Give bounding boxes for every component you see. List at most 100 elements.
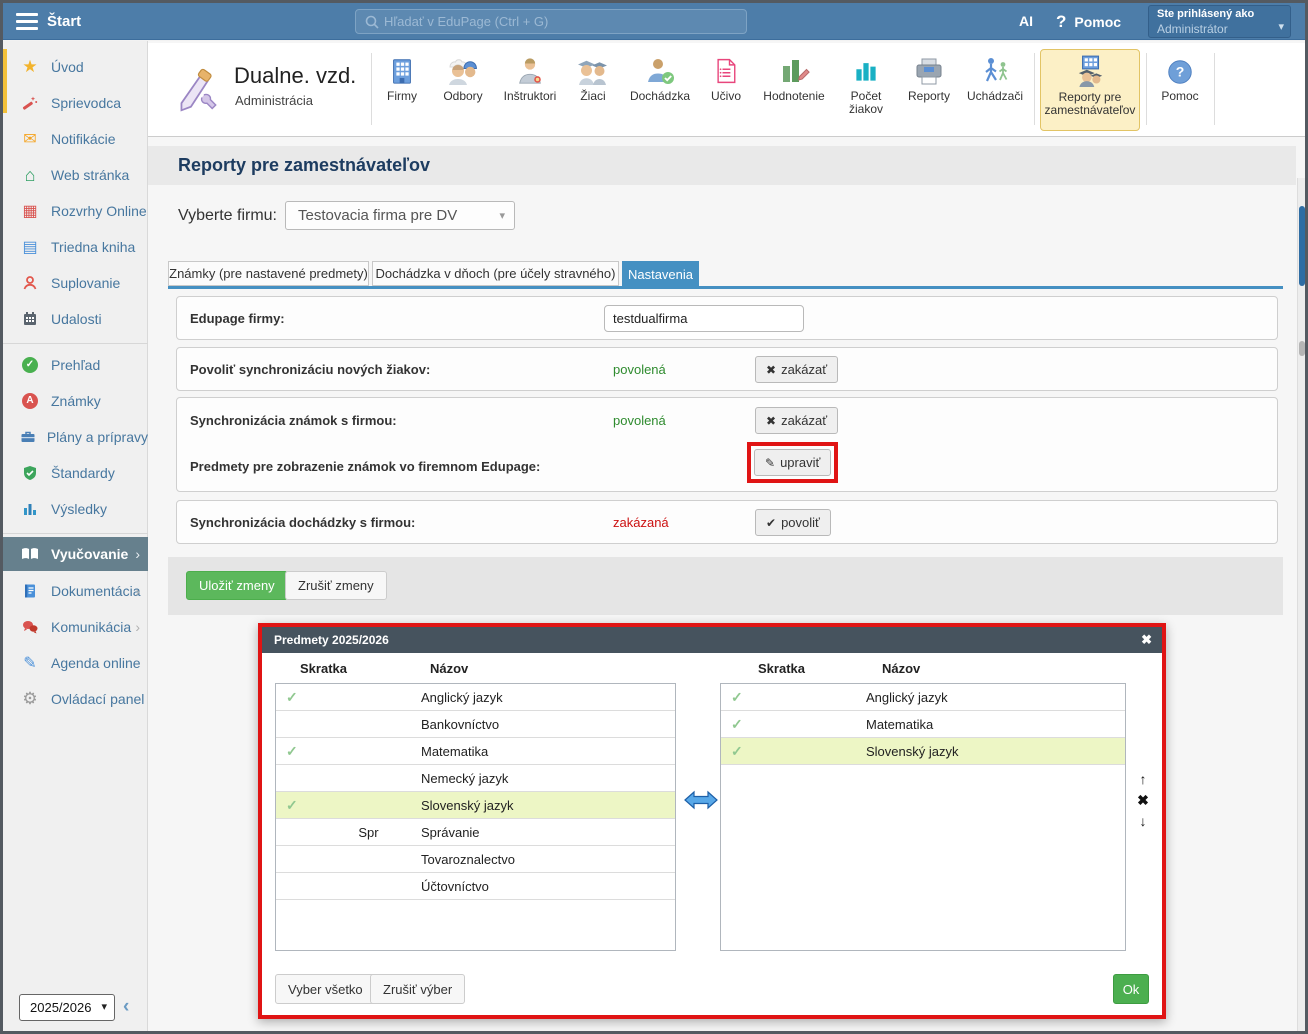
- check-icon: ✓: [721, 689, 761, 706]
- toolbar-item-uchadzaci[interactable]: Uchádzači: [964, 49, 1026, 131]
- move-down-icon[interactable]: ↓: [1133, 813, 1153, 834]
- subject-row[interactable]: Účtovníctvo: [276, 873, 675, 900]
- enable-attendance-sync-button[interactable]: ✔povoliť: [755, 509, 831, 536]
- question-mark-icon: ?: [1056, 12, 1066, 31]
- hamburger-menu-icon[interactable]: [16, 13, 38, 30]
- open-book-icon: [19, 547, 41, 561]
- firm-select[interactable]: Testovacia firma pre DV ▾: [285, 201, 515, 230]
- chevron-down-icon: ▾: [499, 203, 505, 230]
- toolbar-item-instruktori[interactable]: Inštruktori: [498, 49, 562, 131]
- remove-icon[interactable]: ✖: [1133, 792, 1153, 813]
- evaluation-icon: [756, 49, 832, 87]
- toolbar-divider: [371, 53, 372, 125]
- envelope-icon: ✉: [19, 129, 41, 149]
- subject-row-selected[interactable]: ✓Slovenský jazyk: [721, 738, 1125, 765]
- toolbar-item-pomoc[interactable]: ? Pomoc: [1152, 49, 1208, 131]
- subject-name: Bankovníctvo: [421, 717, 675, 732]
- edit-subjects-button[interactable]: ✎upraviť: [754, 449, 831, 476]
- sidebar-item-vysledky[interactable]: Výsledky: [3, 491, 148, 527]
- sidebar-item-triedna-kniha[interactable]: ▤ Triedna kniha: [3, 229, 148, 265]
- subject-row[interactable]: ✓Matematika: [721, 711, 1125, 738]
- user-account-dropdown[interactable]: Ste prihlásený ako Administrátor ▾: [1148, 5, 1291, 38]
- sidebar-item-komunikacia[interactable]: Komunikácia ›: [3, 609, 148, 645]
- edupage-firm-label: Edupage firmy:: [190, 311, 285, 326]
- swap-arrow-icon[interactable]: [684, 788, 718, 817]
- sidebar-item-suplovanie[interactable]: Suplovanie: [3, 265, 148, 301]
- sidebar-item-agenda-online[interactable]: ✎ Agenda online: [3, 645, 148, 681]
- sidebar-item-notifikacie[interactable]: ✉ Notifikácie: [3, 121, 148, 157]
- edupage-firm-input[interactable]: [604, 305, 804, 332]
- subject-row[interactable]: ✓Anglický jazyk: [721, 684, 1125, 711]
- sidebar-item-uvod[interactable]: ★ Úvod: [3, 49, 148, 85]
- toolbar-item-dochadzka[interactable]: Dochádzka: [624, 49, 696, 131]
- toolbar-item-label: Odbory: [434, 90, 492, 103]
- sidebar-item-label: Suplovanie: [51, 275, 120, 291]
- subject-name: Matematika: [866, 717, 1125, 732]
- sidebar-collapse-button[interactable]: ‹: [123, 996, 129, 1018]
- toolbar-item-odbory[interactable]: Odbory: [434, 49, 492, 131]
- ok-button[interactable]: Ok: [1113, 974, 1149, 1004]
- scrollbar-thumb[interactable]: [1299, 206, 1305, 286]
- subject-name: Anglický jazyk: [421, 690, 675, 705]
- subject-row[interactable]: Tovaroznalectvo: [276, 846, 675, 873]
- toolbar-item-firmy[interactable]: Firmy: [376, 49, 428, 131]
- global-search[interactable]: [355, 9, 747, 34]
- sync-new-students-label: Povoliť synchronizáciu nových žiakov:: [190, 362, 430, 377]
- sidebar-item-rozvrhy-online[interactable]: ▦ Rozvrhy Online: [3, 193, 148, 229]
- tab-dochadzka[interactable]: Dochádzka v dňoch (pre účely stravného): [372, 261, 619, 286]
- toolbar-item-hodnotenie[interactable]: Hodnotenie: [756, 49, 832, 131]
- sidebar-item-vyucovanie[interactable]: Vyučovanie ›: [3, 537, 148, 571]
- subject-row[interactable]: Nemecký jazyk: [276, 765, 675, 792]
- tab-nastavenia[interactable]: Nastavenia: [622, 261, 699, 289]
- move-up-icon[interactable]: ↑: [1133, 771, 1153, 792]
- clear-selection-button[interactable]: Zrušiť výber: [370, 974, 465, 1004]
- start-menu-button[interactable]: Štart: [47, 3, 81, 40]
- modal-body: Skratka Názov Skratka Názov ✓Anglický ja…: [262, 653, 1162, 1015]
- disable-new-students-sync-button[interactable]: ✖zakázať: [755, 356, 838, 383]
- cancel-x-icon: ✖: [766, 363, 776, 377]
- sidebar-item-znamky[interactable]: A Známky: [3, 383, 148, 419]
- check-icon: ✓: [276, 689, 316, 706]
- scrollbar-thumb-secondary[interactable]: [1299, 341, 1305, 356]
- vertical-scrollbar[interactable]: [1297, 178, 1305, 1034]
- toolbar-item-reporty-pre-zamestnavatelov[interactable]: Reporty pre zamestnávateľov: [1040, 49, 1140, 131]
- sidebar-item-sprievodca[interactable]: Sprievodca: [3, 85, 148, 121]
- star-icon: ★: [19, 57, 41, 77]
- sidebar-item-label: Dokumentácia: [51, 583, 141, 599]
- toolbar-divider: [1146, 53, 1147, 125]
- subject-row[interactable]: ✓Matematika: [276, 738, 675, 765]
- subject-row[interactable]: Bankovníctvo: [276, 711, 675, 738]
- sidebar-item-prehlad[interactable]: ✓ Prehľad: [3, 347, 148, 383]
- sidebar-item-udalosti[interactable]: Udalosti: [3, 301, 148, 337]
- toolbar-item-ziaci[interactable]: Žiaci: [568, 49, 618, 131]
- toolbar-item-reporty[interactable]: Reporty: [900, 49, 958, 131]
- subject-row[interactable]: ✓ Anglický jazyk: [276, 684, 675, 711]
- button-label: upraviť: [780, 455, 820, 470]
- ai-button[interactable]: AI: [1019, 3, 1033, 40]
- toolbar-item-ucivo[interactable]: Učivo: [702, 49, 750, 131]
- sidebar-item-dokumentacia[interactable]: Dokumentácia ›: [3, 573, 148, 609]
- sidebar-item-ovladaci-panel[interactable]: ⚙ Ovládací panel: [3, 681, 148, 717]
- toolbar-item-pocet-ziakov[interactable]: Počet žiakov: [838, 49, 894, 131]
- close-icon[interactable]: ✖: [1141, 627, 1152, 653]
- subject-row-selected[interactable]: ✓Slovenský jazyk: [276, 792, 675, 819]
- school-year-select[interactable]: 2025/2026 ▾: [19, 994, 115, 1021]
- subject-row[interactable]: SprSprávanie: [276, 819, 675, 846]
- button-label: povoliť: [781, 515, 820, 530]
- search-input[interactable]: [384, 10, 739, 33]
- disable-grades-sync-button[interactable]: ✖zakázať: [755, 407, 838, 434]
- save-changes-button[interactable]: Uložiť zmeny: [186, 571, 288, 600]
- column-header-skratka: Skratka: [300, 661, 347, 676]
- sidebar-item-plany-a-pripravy[interactable]: Plány a prípravy: [3, 419, 148, 455]
- sidebar-item-label: Komunikácia: [51, 619, 131, 635]
- cancel-changes-button[interactable]: Zrušiť zmeny: [285, 571, 387, 600]
- select-all-button[interactable]: Vyber všetko: [275, 974, 376, 1004]
- toolbar-item-label: Počet žiakov: [838, 90, 894, 116]
- help-button[interactable]: ?Pomoc: [1056, 3, 1121, 41]
- sync-grades-status: povolená: [613, 413, 666, 428]
- tab-znamky[interactable]: Známky (pre nastavené predmety): [168, 261, 369, 286]
- main-content: Dualne. vzd. Administrácia Firmy Odbory …: [148, 41, 1305, 1031]
- sidebar-item-web-stranka[interactable]: ⌂ Web stránka: [3, 157, 148, 193]
- subject-name: Účtovníctvo: [421, 879, 675, 894]
- sidebar-item-standardy[interactable]: Štandardy: [3, 455, 148, 491]
